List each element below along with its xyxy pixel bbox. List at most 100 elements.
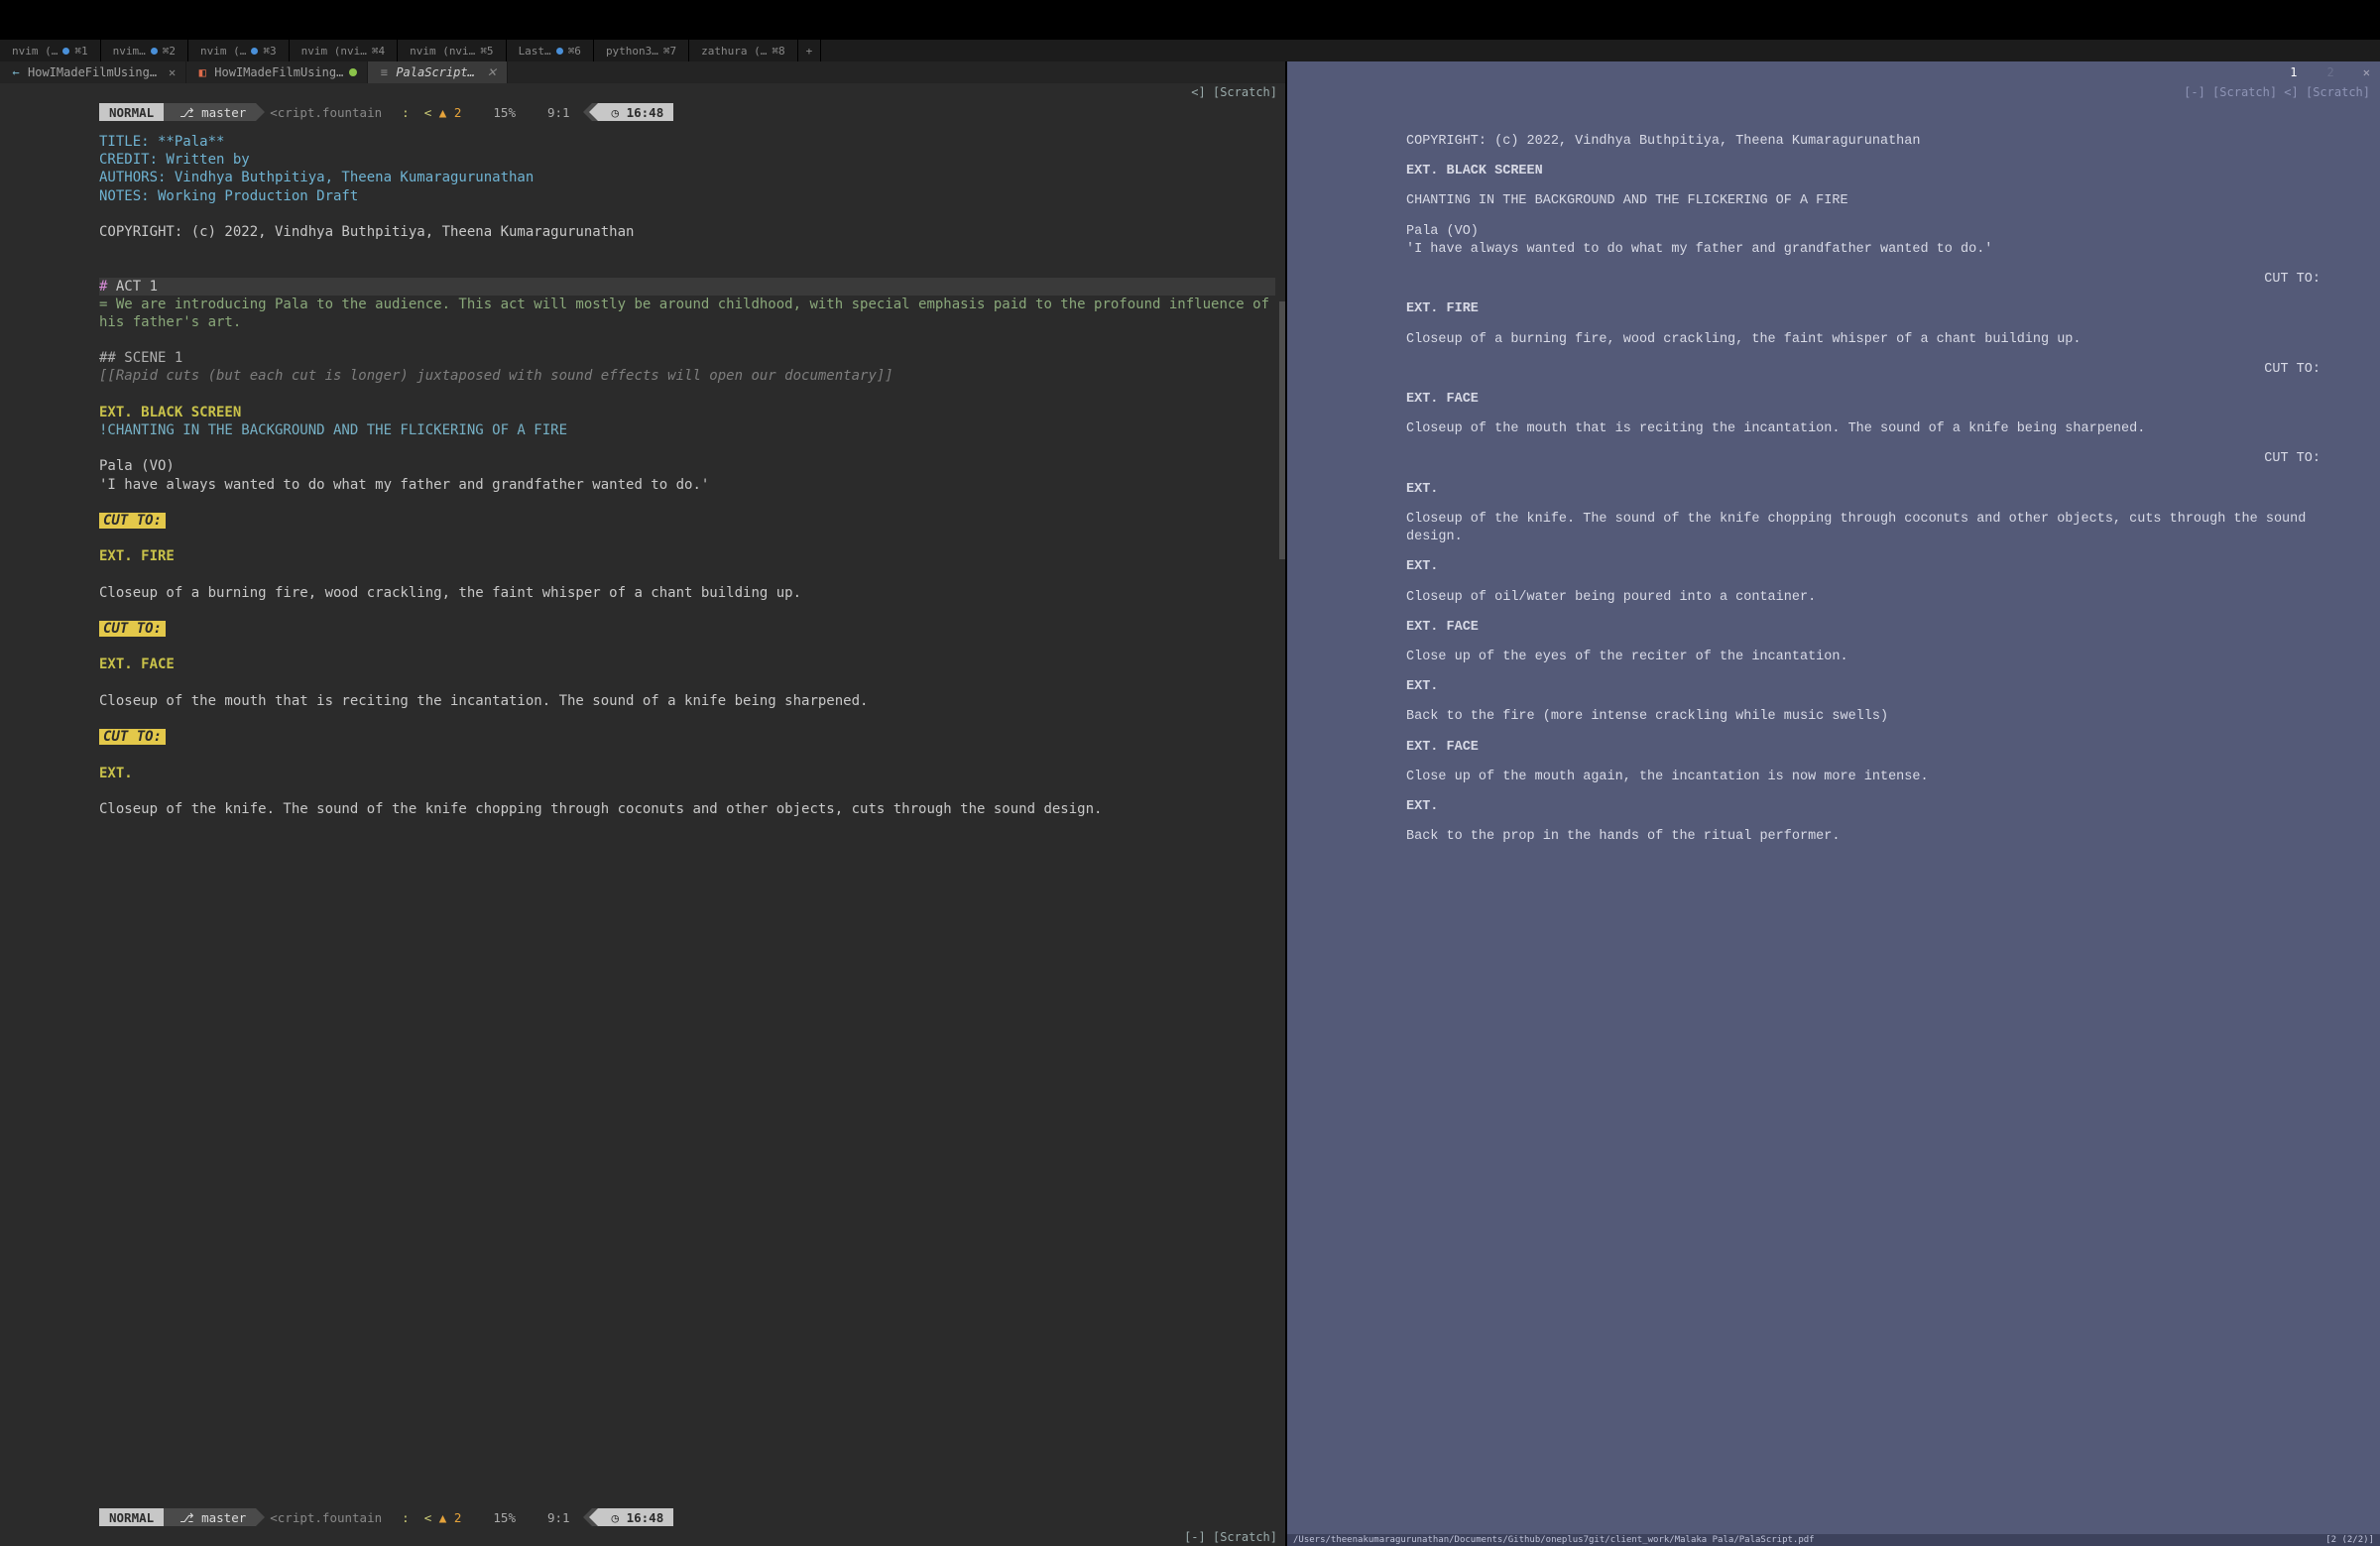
editor-line: TITLE: **Pala** [99, 133, 1275, 151]
editor-line: EXT. BLACK SCREEN [99, 404, 1275, 421]
page-1[interactable]: 1 [2283, 64, 2304, 80]
preview-block: EXT. [1406, 481, 2320, 499]
editor-line: CUT TO: [99, 512, 1275, 530]
preview-block: EXT. [1406, 798, 2320, 816]
tab-shortcut: ⌘8 [772, 45, 784, 58]
html-icon: ◧ [196, 66, 208, 78]
preview-block: Closeup of the mouth that is reciting th… [1406, 420, 2320, 438]
modified-dot-icon [349, 68, 357, 76]
terminal-tab[interactable]: nvim (nvi… ⌘5 [398, 40, 506, 61]
tab-shortcut: ⌘1 [74, 45, 87, 58]
terminal-tab[interactable]: nvim (…⌘3 [188, 40, 290, 61]
preview-block: Back to the prop in the hands of the rit… [1406, 828, 2320, 846]
tab-shortcut: ⌘5 [480, 45, 493, 58]
preview-block: Closeup of a burning fire, wood cracklin… [1406, 331, 2320, 349]
scroll-percent: 15% [483, 103, 526, 121]
zathura-statusbar: /Users/theenakumaragurunathan/Documents/… [1287, 1534, 2380, 1546]
activity-dot-icon [251, 48, 258, 55]
preview-block: CUT TO: [1406, 361, 2320, 379]
pdf-preview-pane: 1 2 ✕ [-] [Scratch] <] [Scratch] COPYRIG… [1287, 61, 2380, 1546]
tab-label: python3… [606, 45, 658, 58]
terminal-tab[interactable]: Last…⌘6 [507, 40, 594, 61]
terminal-tabs: nvim (…⌘1nvim…⌘2nvim (…⌘3nvim (nvi…⌘4nvi… [0, 40, 2380, 61]
tab-shortcut: ⌘2 [163, 45, 176, 58]
editor-line: = We are introducing Pala to the audienc… [99, 296, 1275, 331]
terminal-tab[interactable]: nvim… ⌘2 [101, 40, 188, 61]
buffer-name: HowIMadeFilmUsing… [28, 65, 157, 79]
buffer-tab[interactable]: ← HowIMadeFilmUsing… ✕ [0, 61, 186, 83]
close-icon[interactable]: ✕ [481, 65, 497, 79]
editor-line [99, 331, 1275, 349]
preview-block: Close up of the mouth again, the incanta… [1406, 769, 2320, 786]
buffer-tab[interactable]: ◧ HowIMadeFilmUsing… [186, 61, 368, 83]
editor-line [99, 566, 1275, 584]
scratch-indicator-top: <] [Scratch] [0, 83, 1285, 101]
editor-line: 'I have always wanted to do what my fath… [99, 476, 1275, 494]
mode-indicator: NORMAL [99, 103, 164, 121]
scratch-indicator-bottom: [-] [Scratch] [0, 1528, 1285, 1546]
terminal-tab[interactable]: python3…⌘7 [594, 40, 689, 61]
editor-line: COPYRIGHT: (c) 2022, Vindhya Buthpitiya,… [99, 223, 1275, 241]
editor-line [99, 782, 1275, 800]
buffer-name: PalaScript… [396, 65, 474, 79]
terminal-tab[interactable]: nvim (… ⌘1 [0, 40, 101, 61]
editor-line [99, 386, 1275, 404]
preview-block: EXT. [1406, 558, 2320, 576]
tab-label: nvim… [113, 45, 146, 58]
editor-line [99, 494, 1275, 512]
close-icon[interactable]: ✕ [163, 65, 176, 79]
cursor-pos: 9:1 [537, 103, 580, 121]
page-2[interactable]: 2 [2320, 64, 2341, 80]
file-icon: ≡ [378, 66, 390, 78]
buffer-name: HowIMadeFilmUsing… [214, 65, 343, 79]
scroll-percent: 15% [483, 1508, 526, 1526]
editor-line [99, 439, 1275, 457]
git-branch: ⎇ master [164, 103, 256, 121]
preview-tabs: 1 2 ✕ [1287, 61, 2380, 83]
tab-label: nvim (… [200, 45, 246, 58]
warn-icon: ▲ [439, 1510, 447, 1525]
editor-line: Closeup of the mouth that is reciting th… [99, 692, 1275, 710]
preview-block: Back to the fire (more intense crackling… [1406, 708, 2320, 726]
editor-viewport[interactable]: TITLE: **Pala**CREDIT: Written byAUTHORS… [0, 123, 1285, 1506]
buffer-tabline: ← HowIMadeFilmUsing… ✕ ◧ HowIMadeFilmUsing… ≡… [0, 61, 1285, 83]
preview-block: EXT. FACE [1406, 391, 2320, 409]
editor-line: AUTHORS: Vindhya Buthpitiya, Theena Kuma… [99, 169, 1275, 186]
tab-label: nvim (nvi… [410, 45, 475, 58]
preview-block: EXT. FACE [1406, 739, 2320, 757]
preview-block: EXT. FIRE [1406, 300, 2320, 318]
tab-label: zathura (… [701, 45, 767, 58]
editor-line: NOTES: Working Production Draft [99, 187, 1275, 205]
editor-line [99, 241, 1275, 259]
new-tab-button[interactable]: + [798, 40, 822, 61]
editor-line: Closeup of a burning fire, wood cracklin… [99, 584, 1275, 602]
cursor-pos: 9:1 [537, 1508, 580, 1526]
editor-line [99, 530, 1275, 547]
editor-line: EXT. FACE [99, 655, 1275, 673]
buffer-tab[interactable]: ≡ PalaScript… ✕ [368, 61, 508, 83]
terminal-tab[interactable]: nvim (nvi…⌘4 [290, 40, 398, 61]
clock: ◷ 16:48 [598, 103, 674, 121]
preview-block: CUT TO: [1406, 271, 2320, 289]
clock: ◷ 16:48 [598, 1508, 674, 1526]
preview-content[interactable]: COPYRIGHT: (c) 2022, Vindhya Buthpitiya,… [1287, 83, 2380, 1546]
tab-label: nvim (… [12, 45, 58, 58]
preview-block: COPYRIGHT: (c) 2022, Vindhya Buthpitiya,… [1406, 133, 2320, 151]
editor-line [99, 746, 1275, 764]
editor-line: !CHANTING IN THE BACKGROUND AND THE FLIC… [99, 421, 1275, 439]
diagnostics: : < ▲ 2 [392, 103, 471, 121]
editor-line: Pala (VO) [99, 457, 1275, 475]
editor-line [99, 205, 1275, 223]
close-icon[interactable]: ✕ [2357, 65, 2370, 79]
clock-icon: ◷ [612, 105, 620, 120]
warn-icon: ▲ [439, 105, 447, 120]
diagnostics: : < ▲ 2 [392, 1508, 471, 1526]
editor-line: CUT TO: [99, 620, 1275, 638]
terminal-tab[interactable]: zathura (… ⌘8 [689, 40, 797, 61]
left-arrow-icon: ← [10, 66, 22, 78]
editor-line [99, 638, 1275, 655]
scrollbar-thumb[interactable] [1279, 301, 1285, 559]
git-branch: ⎇ master [164, 1508, 256, 1526]
preview-block: EXT. [1406, 678, 2320, 696]
tab-shortcut: ⌘6 [568, 45, 581, 58]
